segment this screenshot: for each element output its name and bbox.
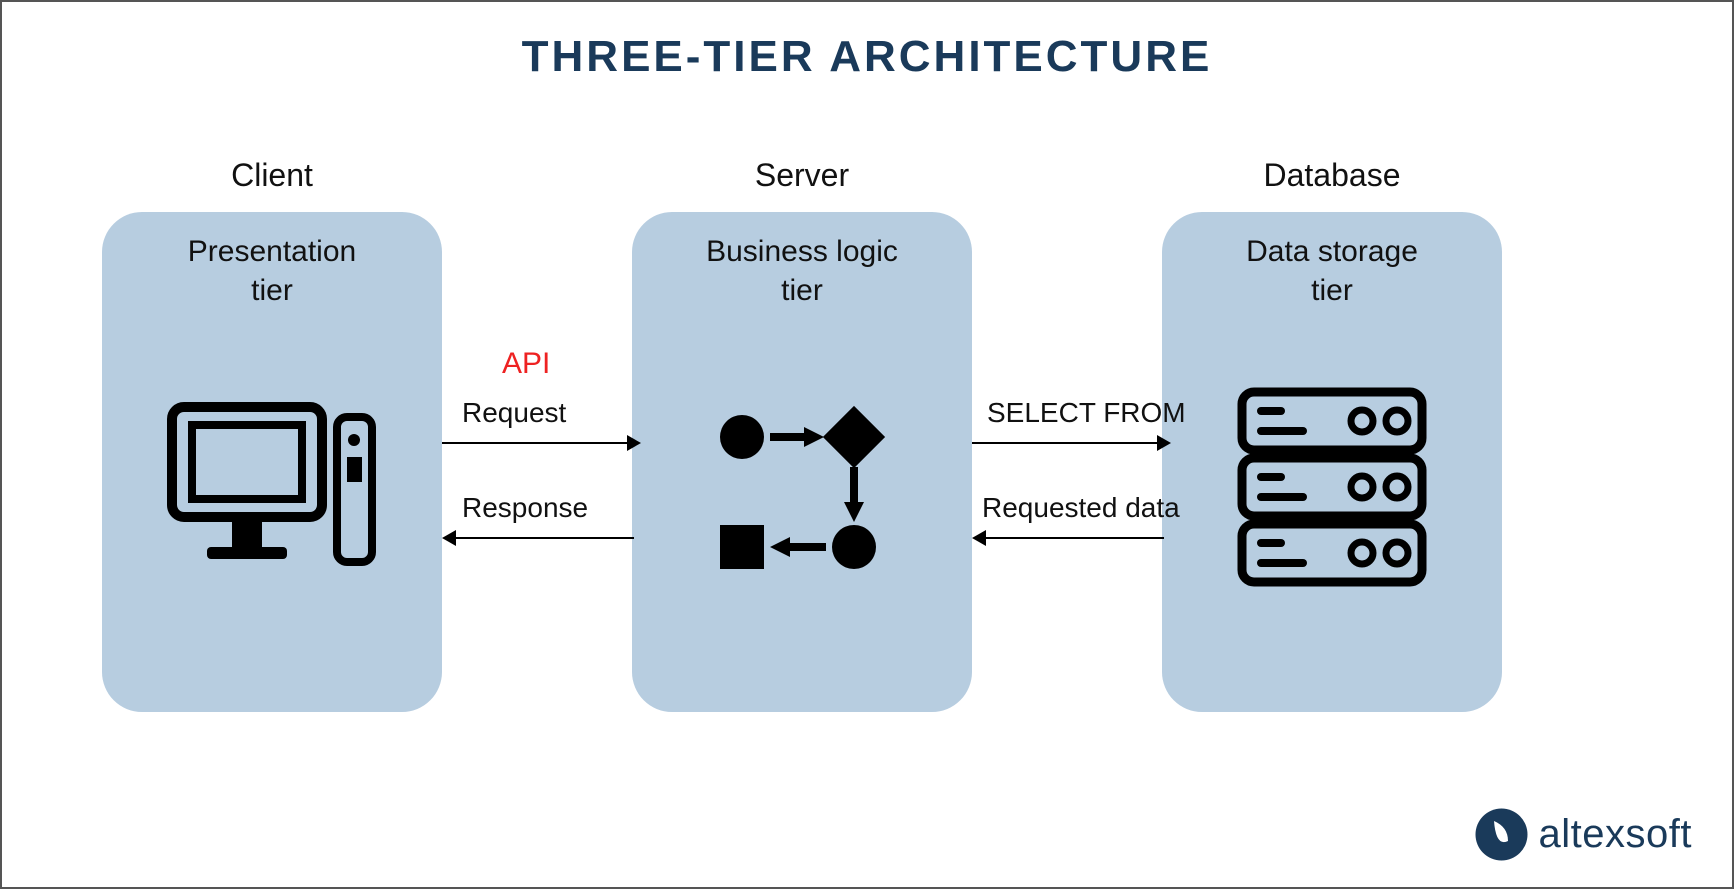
- arrow-request-head: [627, 435, 641, 451]
- arrow-response: [454, 537, 634, 539]
- section-label-server: Server: [632, 157, 972, 194]
- tier-box-database: Data storagetier: [1162, 212, 1502, 712]
- altexsoft-logo-text: altexsoft: [1539, 812, 1692, 857]
- section-label-client: Client: [102, 157, 442, 194]
- server-rack-icon: [1232, 382, 1432, 597]
- label-select-from: SELECT FROM: [987, 397, 1186, 429]
- tier-box-client: Presentationtier: [102, 212, 442, 712]
- label-requested-data: Requested data: [982, 492, 1180, 524]
- section-label-database: Database: [1162, 157, 1502, 194]
- arrow-response-head: [442, 530, 456, 546]
- flowchart-icon: [702, 402, 902, 587]
- arrow-select-head: [1157, 435, 1171, 451]
- computer-icon: [167, 392, 377, 587]
- arrow-request: [442, 442, 632, 444]
- tier-box-server: Business logictier: [632, 212, 972, 712]
- arrow-requested-head: [972, 530, 986, 546]
- tier-title-client: Presentationtier: [102, 232, 442, 310]
- altexsoft-logo: altexsoft: [1474, 807, 1692, 862]
- tier-title-database: Data storagetier: [1162, 232, 1502, 310]
- label-response: Response: [462, 492, 588, 524]
- label-request: Request: [462, 397, 566, 429]
- diagram-title: THREE-TIER ARCHITECTURE: [2, 32, 1732, 82]
- altexsoft-logo-icon: [1474, 807, 1529, 862]
- arrow-requested: [984, 537, 1164, 539]
- api-label: API: [502, 347, 550, 381]
- tier-title-server: Business logictier: [632, 232, 972, 310]
- arrow-select: [972, 442, 1162, 444]
